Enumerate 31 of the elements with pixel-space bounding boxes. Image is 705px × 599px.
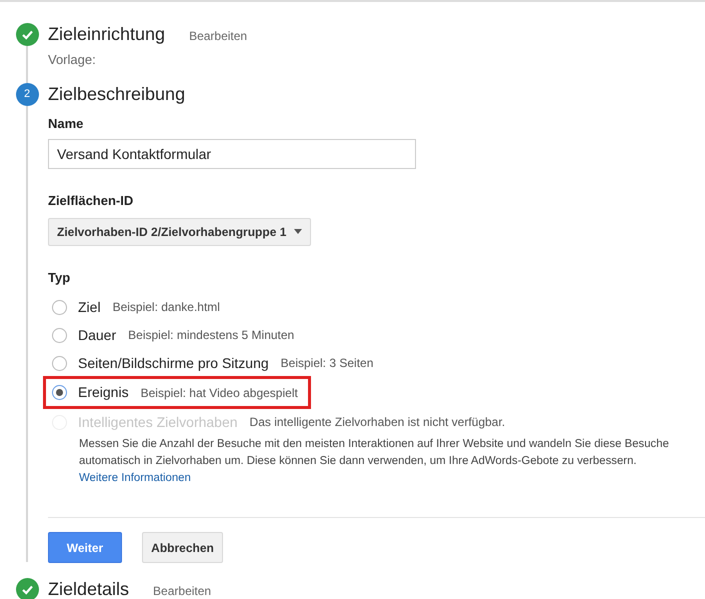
field-label: Zielflächen-ID <box>48 192 134 210</box>
option-hint: Beispiel: 3 Seiten <box>280 355 374 372</box>
option-description: Messen Sie die Anzahl der Besuche mit den meisten Interaktionen auf Ihrer Website und wandeln Sie diese Besuche automatisch in Zielvorhaben um. Diese können Sie dann verwenden, um Ihre AdWords-Gebote zu verbessern. Weitere Informationen <box>79 437 670 486</box>
option-label[interactable]: Ereignis <box>78 382 129 403</box>
radio-button[interactable] <box>52 300 67 314</box>
option-label[interactable]: Dauer <box>78 324 116 346</box>
step-title: Zieldetails <box>48 578 130 599</box>
option-hint: Das intelligente Zielvorhaben ist nicht verfügbar. <box>250 414 506 431</box>
name-field[interactable]: Versand Kontaktformular <box>48 139 416 169</box>
radio-button[interactable] <box>52 356 67 370</box>
check-icon <box>16 23 38 46</box>
step-number: 2 <box>16 82 38 106</box>
step-title: Zieleinrichtung <box>48 23 166 46</box>
option-label: Intelligentes Zielvorhaben <box>78 412 238 432</box>
edit-link[interactable]: Bearbeiten <box>153 582 212 599</box>
check-icon <box>16 578 38 599</box>
option-hint: Beispiel: hat Video abgespielt <box>140 384 298 402</box>
edit-link[interactable]: Bearbeiten <box>189 27 248 45</box>
option-hint: Beispiel: mindestens 5 Minuten <box>128 327 294 344</box>
step-title: Zielbeschreibung <box>48 82 186 106</box>
option-hint: Beispiel: danke.html <box>112 299 220 316</box>
cancel-button[interactable]: Abbrechen <box>142 532 223 563</box>
slot-dropdown[interactable]: Zielvorhaben-ID 2/Zielvorhabengruppe 1 <box>48 218 312 246</box>
radio-button[interactable] <box>52 328 67 342</box>
caret-icon <box>294 229 302 234</box>
option-label[interactable]: Ziel <box>78 296 101 318</box>
option-label[interactable]: Seiten/Bildschirme pro Sitzung <box>78 352 269 374</box>
field-label: Name <box>48 114 84 132</box>
radio-button[interactable] <box>52 385 67 400</box>
field-label: Typ <box>48 268 72 287</box>
template-label: Vorlage: <box>48 51 97 69</box>
